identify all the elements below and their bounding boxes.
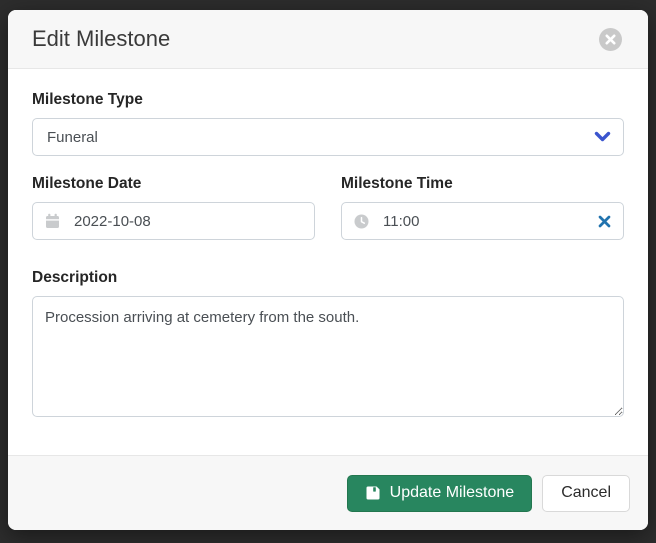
update-milestone-button[interactable]: Update Milestone	[347, 475, 533, 512]
milestone-type-value: Funeral	[45, 129, 594, 146]
milestone-type-label: Milestone Type	[32, 91, 624, 109]
cancel-label: Cancel	[561, 484, 611, 502]
milestone-time-label: Milestone Time	[341, 175, 624, 193]
dialog-header: Edit Milestone	[8, 10, 648, 69]
milestone-time-value[interactable]	[383, 213, 590, 230]
description-group: Description Procession arriving at cemet…	[32, 269, 624, 422]
close-button[interactable]	[599, 28, 622, 51]
save-icon	[365, 485, 381, 501]
date-time-row: Milestone Date Milestone Time	[32, 175, 624, 240]
milestone-date-group: Milestone Date	[32, 175, 315, 240]
x-icon	[598, 215, 611, 228]
dialog-title: Edit Milestone	[32, 25, 170, 53]
cancel-button[interactable]: Cancel	[542, 475, 630, 512]
clock-icon	[354, 214, 369, 229]
milestone-type-group: Milestone Type Funeral	[32, 91, 624, 156]
milestone-date-label: Milestone Date	[32, 175, 315, 193]
milestone-time-group: Milestone Time	[341, 175, 624, 240]
dialog-body: Milestone Type Funeral Milestone Date	[8, 69, 648, 455]
clear-time-button[interactable]	[598, 215, 611, 228]
dialog-footer: Update Milestone Cancel	[8, 455, 648, 530]
edit-milestone-dialog: Edit Milestone Milestone Type Funeral	[8, 10, 648, 530]
update-milestone-label: Update Milestone	[390, 484, 515, 502]
milestone-type-select[interactable]: Funeral	[32, 118, 624, 156]
milestone-time-input[interactable]	[341, 202, 624, 240]
chevron-down-icon	[594, 131, 611, 143]
description-textarea[interactable]: Procession arriving at cemetery from the…	[32, 296, 624, 417]
milestone-date-input[interactable]	[32, 202, 315, 240]
calendar-icon	[45, 213, 60, 229]
description-label: Description	[32, 269, 624, 287]
x-circle-icon	[605, 34, 616, 45]
milestone-date-value[interactable]	[74, 213, 302, 230]
